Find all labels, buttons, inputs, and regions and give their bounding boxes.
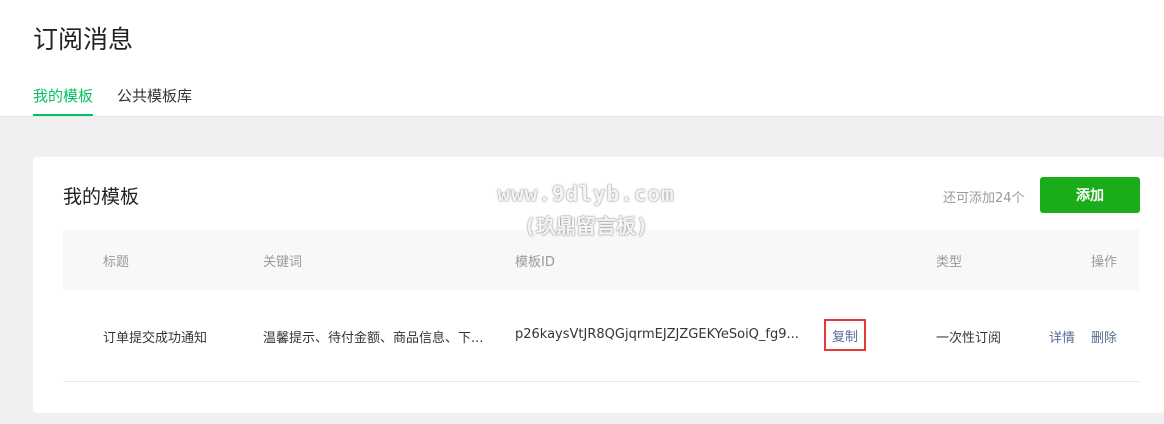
column-header-actions: 操作 <box>1091 255 1118 270</box>
delete-link[interactable]: 删除 <box>1091 327 1117 346</box>
table-header: 标题 关键词 模板ID 类型 操作 <box>63 230 1139 290</box>
table-row: 订单提交成功通知 温馨提示、待付金额、商品信息、下... p26kaysVtJR… <box>63 290 1139 382</box>
column-header-type: 类型 <box>936 255 963 270</box>
tab-my-templates[interactable]: 我的模板 <box>33 85 94 117</box>
remaining-count-text: 还可添加24个 <box>943 191 1025 206</box>
row-template-id: p26kaysVtJR8QGjqrmEJZJZGEKYeSoiQ_fg9... <box>515 327 799 342</box>
row-keywords: 温馨提示、待付金额、商品信息、下... <box>263 331 484 346</box>
header-divider <box>0 116 1164 117</box>
add-button[interactable]: 添加 <box>1040 177 1140 213</box>
my-templates-card: 我的模板 还可添加24个 添加 标题 关键词 模板ID 类型 操作 订单提交成功… <box>33 157 1164 413</box>
column-header-template-id: 模板ID <box>515 255 555 270</box>
column-header-keywords: 关键词 <box>263 255 303 270</box>
page-title: 订阅消息 <box>33 25 134 54</box>
tab-bar: 我的模板 公共模板库 <box>33 85 216 117</box>
card-title: 我的模板 <box>63 186 140 208</box>
page-header: 订阅消息 我的模板 公共模板库 <box>0 0 1164 117</box>
details-link[interactable]: 详情 <box>1049 327 1075 346</box>
copy-template-id-button[interactable]: 复制 <box>824 319 866 351</box>
row-title: 订单提交成功通知 <box>103 331 208 346</box>
row-type: 一次性订阅 <box>936 331 1002 346</box>
column-header-title: 标题 <box>103 255 130 270</box>
tab-public-template-library[interactable]: 公共模板库 <box>117 85 192 117</box>
